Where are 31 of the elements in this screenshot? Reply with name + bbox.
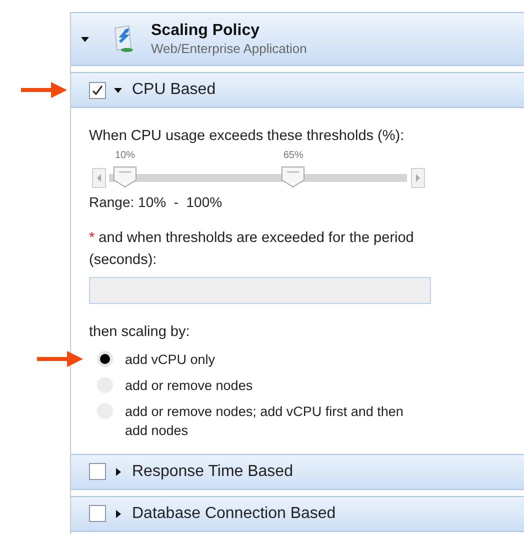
checkbox[interactable] [89, 505, 106, 522]
radio-button[interactable] [97, 350, 113, 366]
threshold-label: When CPU usage exceeds these thresholds (%): [89, 127, 406, 146]
checkbox[interactable] [89, 463, 106, 480]
thumb-label: 65% [283, 148, 304, 163]
thumb-label: 10% [115, 148, 135, 163]
option-label: add or remove nodes; add vCPU first and then add nodes [125, 402, 404, 440]
section-title: Database Connection Based [132, 504, 336, 524]
section-title: Response Time Based [132, 462, 293, 482]
panel-subtitle: Web/Enterprise Application [151, 40, 307, 58]
left-arrow-icon [96, 174, 102, 182]
caret-down-icon[interactable] [81, 35, 89, 43]
section-header[interactable]: Database Connection Based [71, 496, 524, 532]
caret-right-icon[interactable] [114, 468, 122, 476]
period-field[interactable] [89, 276, 431, 304]
section-header[interactable]: Response Time Based [71, 454, 524, 490]
panel-title: Scaling Policy [151, 20, 260, 41]
caret-right-icon[interactable] [114, 510, 122, 518]
option-label: add vCPU only [125, 350, 216, 368]
scaling-label: then scaling by: [89, 322, 191, 342]
section-title: CPU Based [132, 80, 216, 100]
scroll-left-button[interactable] [92, 168, 106, 188]
scroll-right-button[interactable] [411, 168, 425, 188]
range-text: Range: 10% - 100% [89, 192, 224, 212]
period-label: * and when thresholds are exceeded for the period (seconds): [89, 228, 415, 270]
option-label: add or remove nodes [125, 376, 254, 394]
checkbox[interactable] [89, 82, 106, 98]
slider-thumb[interactable] [281, 166, 306, 188]
caret-down-icon[interactable] [114, 86, 122, 94]
right-arrow-icon [415, 174, 421, 182]
slider-thumb[interactable] [113, 166, 137, 188]
